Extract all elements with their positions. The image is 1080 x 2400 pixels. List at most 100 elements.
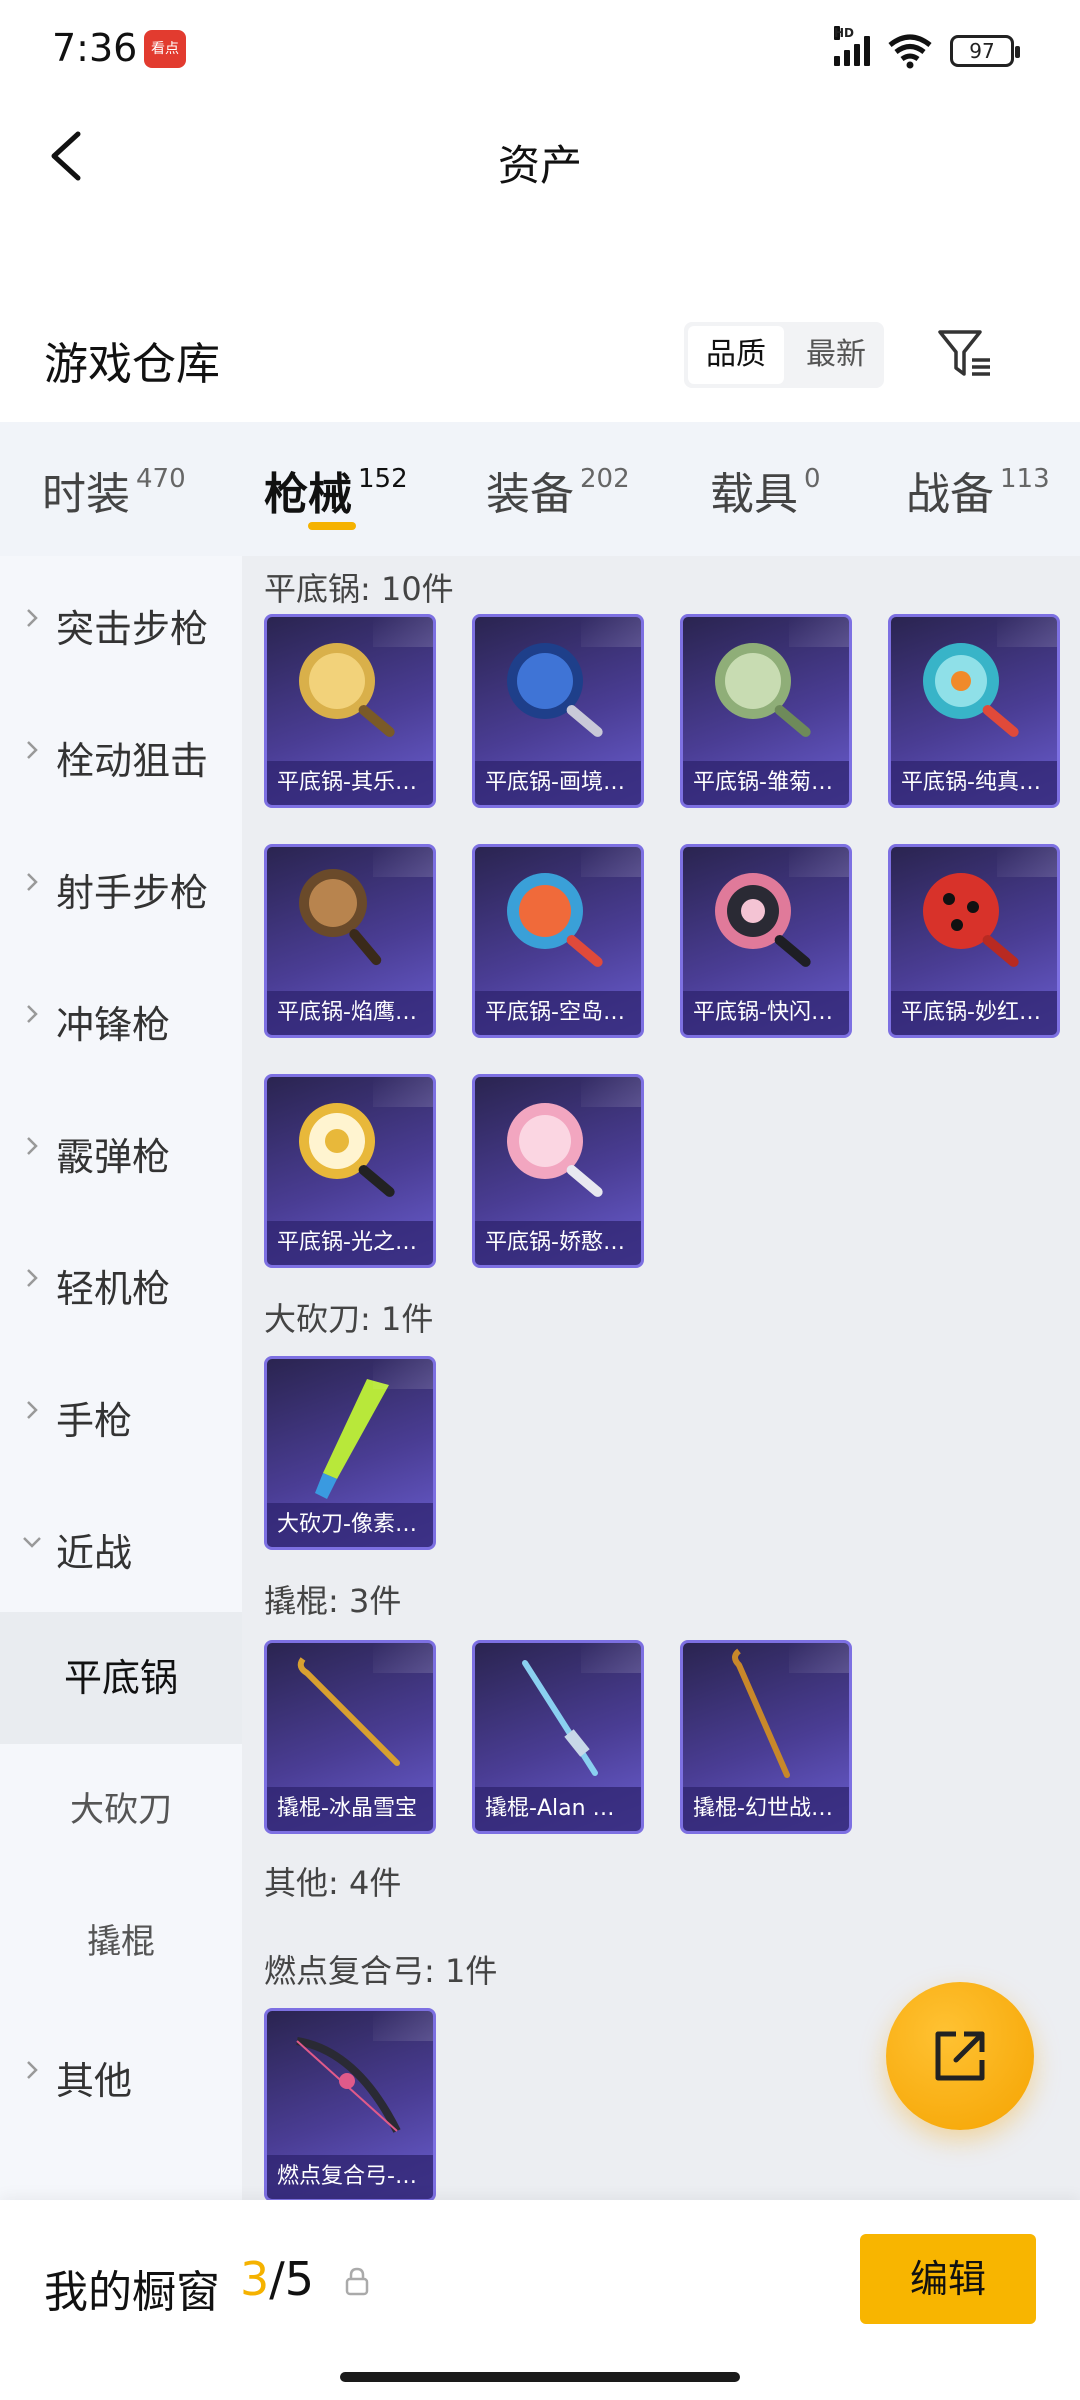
signal-icon: HD — [834, 26, 870, 66]
item-card[interactable]: 平底锅-光之… — [264, 1074, 436, 1268]
item-card[interactable]: 平底锅-娇憨… — [472, 1074, 644, 1268]
card-decoration — [997, 617, 1057, 647]
sidebar-item-label: 射手步枪 — [56, 871, 209, 915]
card-decoration — [373, 1359, 433, 1389]
showcase-total: /5 — [269, 2252, 315, 2306]
chevron-right-icon — [27, 1005, 38, 1023]
filter-icon[interactable] — [934, 324, 994, 384]
sidebar: 突击步枪 栓动狙击 射手步枪 冲锋枪 霰弹枪 轻机枪 手枪 近战 平底锅 大砍刀… — [0, 556, 242, 2200]
item-card[interactable]: 平底锅-其乐… — [264, 614, 436, 808]
tab-count: 202 — [580, 464, 630, 494]
tab-label: 载具 — [710, 469, 798, 520]
item-card[interactable]: 大砍刀-像素… — [264, 1356, 436, 1550]
item-card[interactable]: 平底锅-快闪… — [680, 844, 852, 1038]
sidebar-item-assault-rifle[interactable]: 突击步枪 — [0, 556, 242, 688]
share-button[interactable] — [886, 1982, 1034, 2130]
sidebar-item-bolt-sniper[interactable]: 栓动狙击 — [0, 688, 242, 820]
group-title-other: 其他: 4件 — [264, 1864, 402, 1902]
tab-count: 113 — [1000, 464, 1050, 494]
tab-supplies[interactable]: 战备 113 — [906, 458, 1050, 522]
item-name: 燃点复合弓-… — [267, 2155, 433, 2199]
item-card[interactable]: 平底锅-妙红… — [888, 844, 1060, 1038]
card-decoration — [997, 847, 1057, 877]
item-name: 平底锅-焰鹰… — [267, 991, 433, 1035]
battery-icon: 97 — [950, 35, 1020, 67]
tab-equipment[interactable]: 装备 202 — [486, 458, 630, 522]
sidebar-item-other[interactable]: 其他 — [0, 2008, 242, 2140]
item-name: 撬棍-幻世战… — [683, 1787, 849, 1831]
sidebar-item-melee[interactable]: 近战 — [0, 1480, 242, 1612]
sidebar-item-pistol[interactable]: 手枪 — [0, 1348, 242, 1480]
category-tabs: 时装 470 枪械 152 装备 202 载具 0 战备 113 — [0, 422, 1080, 556]
item-name: 平底锅-空岛… — [475, 991, 641, 1035]
sidebar-item-label: 突击步枪 — [56, 607, 209, 651]
card-decoration — [373, 617, 433, 647]
tab-count: 0 — [804, 464, 821, 494]
network-type-label: HD — [834, 26, 855, 40]
card-decoration — [373, 2011, 433, 2041]
edit-button[interactable]: 编辑 — [860, 2234, 1036, 2324]
item-name: 平底锅-画境… — [475, 761, 641, 805]
chevron-right-icon — [27, 2061, 38, 2079]
page-header: 资产 — [0, 100, 1080, 220]
status-time: 7:36 — [52, 26, 138, 70]
sidebar-item-smg[interactable]: 冲锋枪 — [0, 952, 242, 1084]
card-decoration — [789, 617, 849, 647]
tab-firearms[interactable]: 枪械 152 — [264, 458, 408, 522]
bottom-bar: 我的橱窗 3/5 编辑 — [0, 2200, 1080, 2400]
tab-label: 时装 — [42, 469, 130, 520]
item-card[interactable]: 平底锅-纯真… — [888, 614, 1060, 808]
app-notification-icon: 看点 — [144, 30, 186, 68]
item-card[interactable]: 撬棍-Alan W… — [472, 1640, 644, 1834]
sidebar-item-shotgun[interactable]: 霰弹枪 — [0, 1084, 242, 1216]
warehouse-header: 游戏仓库 品质 最新 — [0, 300, 1080, 410]
item-card[interactable]: 平底锅-雏菊… — [680, 614, 852, 808]
sort-newest-button[interactable]: 最新 — [788, 322, 884, 388]
tab-label: 装备 — [486, 469, 574, 520]
tab-count: 470 — [136, 464, 186, 494]
showcase-count: 3/5 — [240, 2252, 314, 2306]
card-decoration — [581, 847, 641, 877]
sidebar-item-dmr[interactable]: 射手步枪 — [0, 820, 242, 952]
chevron-right-icon — [27, 1401, 38, 1419]
tab-vehicles[interactable]: 载具 0 — [710, 458, 821, 522]
sidebar-item-label: 栓动狙击 — [56, 739, 209, 783]
sidebar-item-lmg[interactable]: 轻机枪 — [0, 1216, 242, 1348]
sort-quality-button[interactable]: 品质 — [688, 326, 784, 384]
sidebar-item-label: 冲锋枪 — [56, 1003, 171, 1047]
group-title-pan: 平底锅: 10件 — [264, 570, 454, 608]
showcase-label: 我的橱窗 — [44, 2267, 220, 2318]
showcase-current: 3 — [240, 2252, 270, 2306]
active-tab-indicator — [308, 522, 356, 530]
item-card[interactable]: 平底锅-空岛… — [472, 844, 644, 1038]
sidebar-subitem-crowbar[interactable]: 撬棍 — [0, 1876, 242, 2008]
chevron-right-icon — [27, 873, 38, 891]
item-card[interactable]: 燃点复合弓-… — [264, 2008, 436, 2200]
status-icons: HD 97 — [834, 26, 1020, 72]
item-name: 平底锅-雏菊… — [683, 761, 849, 805]
item-card[interactable]: 平底锅-画境… — [472, 614, 644, 808]
tab-fashion[interactable]: 时装 470 — [42, 458, 186, 522]
item-name: 撬棍-冰晶雪宝 — [267, 1787, 433, 1831]
sidebar-subitem-pan[interactable]: 平底锅 — [0, 1612, 242, 1744]
card-decoration — [373, 1643, 433, 1673]
chevron-right-icon — [27, 1137, 38, 1155]
item-card[interactable]: 撬棍-幻世战… — [680, 1640, 852, 1834]
home-indicator — [340, 2372, 740, 2382]
card-decoration — [581, 617, 641, 647]
warehouse-title: 游戏仓库 — [44, 339, 220, 390]
lock-icon — [345, 2267, 369, 2296]
card-decoration — [581, 1643, 641, 1673]
chevron-down-icon — [23, 1537, 41, 1548]
item-name: 平底锅-妙红… — [891, 991, 1057, 1035]
item-card[interactable]: 撬棍-冰晶雪宝 — [264, 1640, 436, 1834]
wifi-icon — [888, 34, 932, 69]
item-card[interactable]: 平底锅-焰鹰… — [264, 844, 436, 1038]
item-name: 平底锅-光之… — [267, 1221, 433, 1265]
card-decoration — [373, 1077, 433, 1107]
tab-label: 枪械 — [264, 469, 352, 520]
sidebar-subitem-machete[interactable]: 大砍刀 — [0, 1744, 242, 1876]
sort-toggle: 品质 最新 — [684, 322, 884, 388]
sidebar-item-label: 近战 — [56, 1531, 133, 1575]
item-name: 平底锅-快闪… — [683, 991, 849, 1035]
